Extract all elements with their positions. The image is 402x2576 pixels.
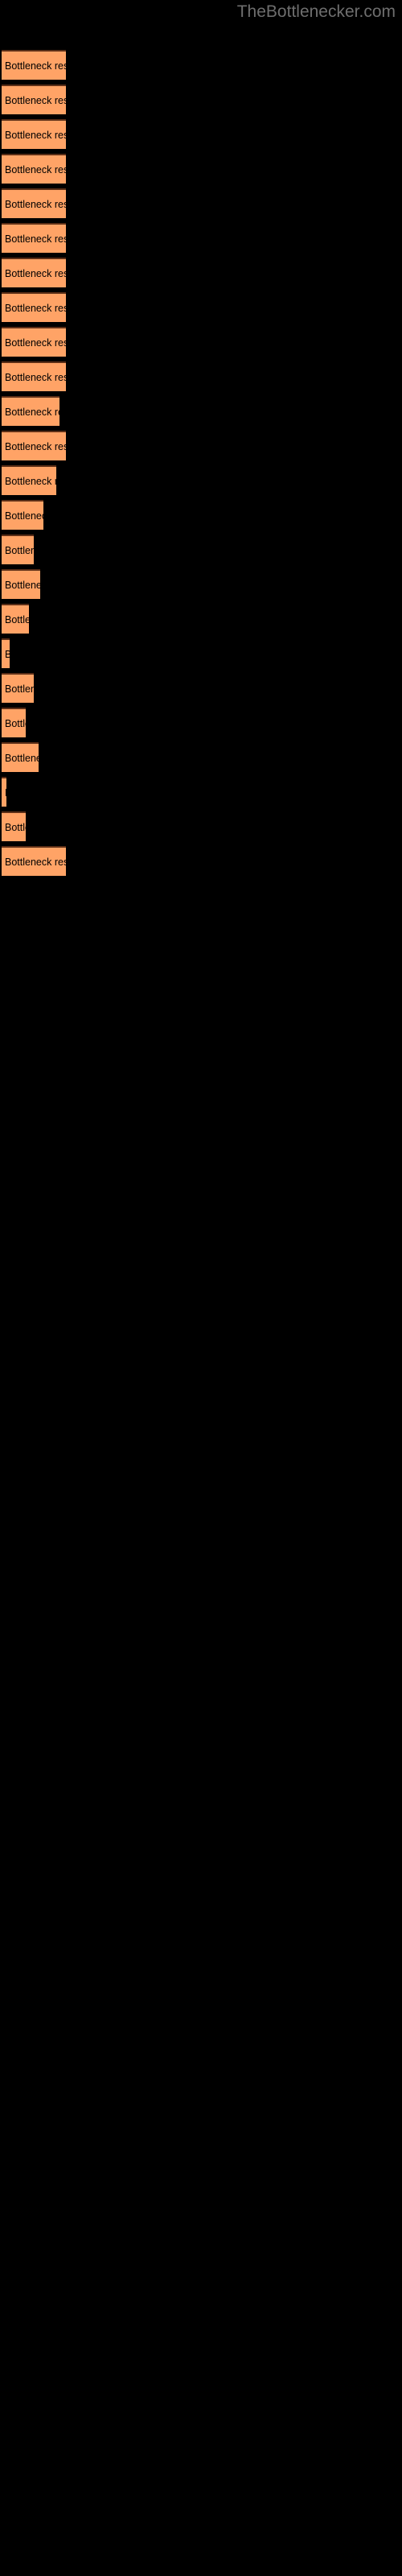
bar-label: Bottleneck result [5, 579, 40, 591]
bar[interactable]: Bottleneck result [2, 188, 66, 218]
bar[interactable]: Bottleneck result [2, 673, 34, 703]
bar-label: Bottleneck result [5, 683, 34, 695]
bar-label: Bottleneck result [5, 198, 66, 210]
bar[interactable]: Bottleneck result [2, 258, 66, 287]
bar[interactable]: Bottleneck result [2, 777, 6, 807]
bar[interactable]: Bottleneck result [2, 327, 66, 357]
bar[interactable]: Bottleneck result [2, 535, 34, 564]
bar[interactable]: Bottleneck result [2, 396, 59, 426]
bar-label: Bottleneck result [5, 613, 29, 625]
bar[interactable]: Bottleneck result [2, 223, 66, 253]
bar-label: Bottleneck result [5, 717, 26, 729]
bar-series: Bottleneck result Bottleneck result Bottle… [0, 0, 402, 2576]
bar[interactable]: Bottleneck result [2, 811, 26, 841]
bar[interactable]: Bottleneck result [2, 50, 66, 80]
bar[interactable]: Bottleneck result [2, 119, 66, 149]
bar-label: Bottleneck result [5, 163, 66, 175]
bar-label: Bottleneck result [5, 371, 66, 383]
bar[interactable]: Bottleneck result [2, 85, 66, 114]
bar-label: Bottleneck result [5, 821, 26, 833]
bar-label: Bottleneck result [5, 475, 56, 487]
bar-label: Bottleneck result [5, 856, 66, 868]
bar-label: Bottleneck result [5, 336, 66, 349]
bar[interactable]: Bottleneck result [2, 500, 43, 530]
bar[interactable]: Bottleneck result [2, 431, 66, 460]
bar-label: Bottleneck result [5, 60, 66, 72]
bar-label: Bottleneck result [5, 233, 66, 245]
bar-label: Bottleneck result [5, 787, 6, 799]
bar-label: Bottleneck result [5, 94, 66, 106]
bar[interactable]: Bottleneck result [2, 569, 40, 599]
bar-label: Bottleneck result [5, 649, 10, 660]
bar-label: Bottleneck result [5, 510, 43, 522]
bar-label: Bottleneck result [5, 302, 66, 314]
bar-label: Bottleneck result [5, 544, 34, 556]
bar[interactable]: Bottleneck result [2, 708, 26, 737]
bar[interactable]: Bottleneck result [2, 604, 29, 634]
bar[interactable]: Bottleneck result [2, 465, 56, 495]
bar-label: Bottleneck result [5, 267, 66, 279]
bar-label: Bottleneck result [5, 406, 59, 418]
bar[interactable]: Bottleneck result [2, 154, 66, 184]
bar[interactable]: Bottleneck result [2, 292, 66, 322]
bottleneck-chart: TheBottlenecker.com Bottleneck resultBot… [0, 0, 402, 2576]
bar[interactable]: Bottleneck result [2, 361, 66, 391]
bar[interactable]: Bottleneck result [2, 846, 66, 876]
bar[interactable]: Bottleneck result [2, 638, 10, 668]
bar-label: Bottleneck result [5, 440, 66, 452]
bar-label: Bottleneck result [5, 752, 39, 764]
bar-label: Bottleneck result [5, 129, 66, 141]
bar[interactable]: Bottleneck result [2, 742, 39, 772]
